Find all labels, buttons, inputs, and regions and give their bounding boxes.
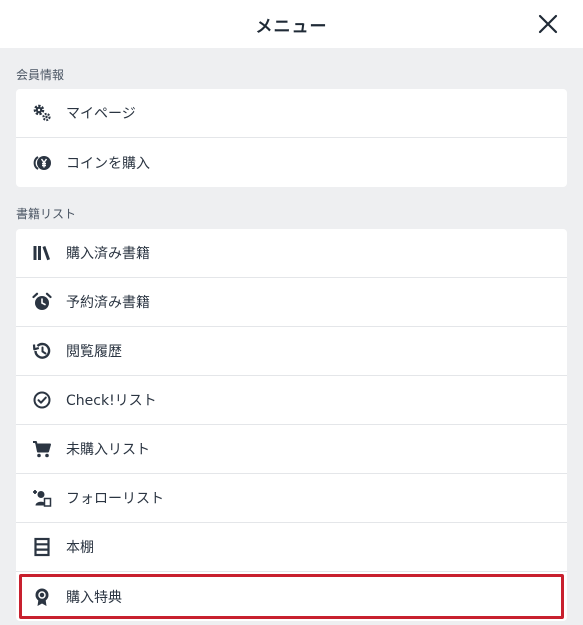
- alarm-clock-icon: [32, 292, 52, 312]
- menu-item-label: マイページ: [66, 106, 136, 122]
- history-icon: [32, 341, 52, 361]
- menu-item-label: フォローリスト: [66, 491, 164, 507]
- page-title: メニュー: [255, 16, 328, 37]
- check-circle-icon: [32, 390, 52, 410]
- menu-item-buy-coins[interactable]: コインを購入: [16, 138, 567, 187]
- gears-icon: [32, 103, 52, 123]
- menu-item-label: コインを購入: [66, 155, 150, 172]
- books-card: 購入済み書籍 予約済み書籍 閲覧履歴 Check!リスト 未購入リスト フォロー…: [16, 229, 567, 621]
- menu-item-bookshelf[interactable]: 本棚: [16, 523, 567, 572]
- section-label-member: 会員情報: [16, 68, 65, 82]
- menu-item-reserved-books[interactable]: 予約済み書籍: [16, 278, 567, 327]
- bookshelf-icon: [32, 537, 52, 557]
- section-label-books: 書籍リスト: [16, 207, 77, 221]
- menu-item-unpurchased-list[interactable]: 未購入リスト: [16, 425, 567, 474]
- menu-item-label: 本棚: [66, 540, 94, 556]
- menu-item-purchase-bonus[interactable]: 購入特典: [16, 572, 567, 621]
- coin-icon: [32, 153, 52, 173]
- menu-item-label: 購入済み書籍: [66, 246, 150, 262]
- menu-item-mypage[interactable]: マイページ: [16, 89, 567, 138]
- menu-item-label: 予約済み書籍: [66, 295, 150, 311]
- award-ribbon-icon: [32, 587, 52, 607]
- menu-item-check-list[interactable]: Check!リスト: [16, 376, 567, 425]
- follow-user-icon: [32, 488, 52, 508]
- member-card: マイページ コインを購入: [16, 89, 567, 187]
- books-icon: [32, 243, 52, 263]
- menu-item-history[interactable]: 閲覧履歴: [16, 327, 567, 376]
- menu-item-purchased-books[interactable]: 購入済み書籍: [16, 229, 567, 278]
- cart-icon: [32, 439, 52, 459]
- close-button[interactable]: [537, 13, 559, 35]
- close-icon: [538, 14, 558, 34]
- menu-item-label: 閲覧履歴: [66, 344, 122, 360]
- menu-header: メニュー: [0, 0, 583, 48]
- menu-item-label: 未購入リスト: [66, 442, 150, 458]
- menu-item-label: Check!リスト: [66, 393, 157, 409]
- menu-item-follow-list[interactable]: フォローリスト: [16, 474, 567, 523]
- menu-item-label: 購入特典: [66, 589, 122, 606]
